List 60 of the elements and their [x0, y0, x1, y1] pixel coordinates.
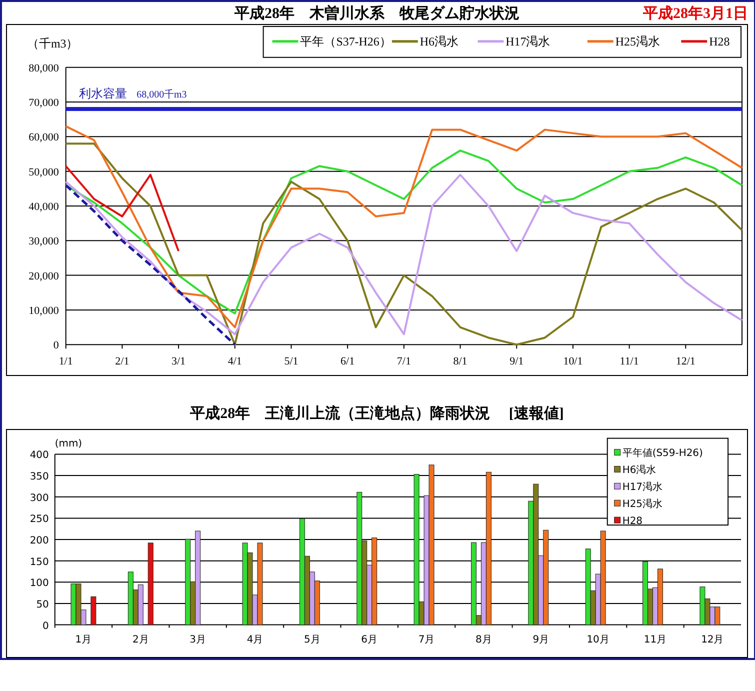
legend-label: 平年（S37-H26） [300, 34, 392, 48]
y-tick-label: 200 [30, 536, 49, 546]
x-tick-label: 8月 [476, 634, 492, 646]
x-tick-label: 5/1 [284, 356, 298, 368]
y-tick-label: 10,000 [28, 304, 59, 317]
y-tick-label: 250 [30, 514, 49, 526]
capacity-label: 68,000千m3 [136, 89, 187, 100]
x-tick-label: 5月 [304, 634, 320, 646]
y-tick-label: 350 [30, 472, 49, 483]
x-tick-label: 2月 [132, 634, 149, 646]
x-tick-label: 6月 [361, 634, 378, 646]
x-tick-label: 4/1 [228, 356, 242, 368]
y-tick-label: 300 [30, 492, 49, 504]
legend-label: H6渇水 [622, 465, 656, 476]
legend-label: H17渇水 [622, 482, 663, 494]
x-tick-label: 1月 [75, 634, 92, 646]
y-tick-label: 150 [30, 556, 49, 568]
y-tick-label: 100 [30, 578, 49, 590]
rain-bar [90, 596, 96, 626]
x-tick-label: 10/1 [563, 356, 583, 368]
x-tick-label: 2/1 [115, 356, 130, 368]
x-tick-label: 7/1 [396, 356, 411, 368]
x-tick-label: 3月 [190, 634, 206, 646]
legend-label: 平年値(S59-H26) [622, 448, 703, 460]
rain-chart-title: 平成28年 王滝川上流（王滝地点）降雨状況 [速報値] [189, 404, 565, 423]
y-tick-label: 20,000 [28, 270, 59, 282]
x-tick-label: 12月 [701, 634, 724, 646]
y-tick-label: 70,000 [28, 97, 59, 109]
y-tick-label: 400 [30, 450, 49, 462]
capacity-label: 利水容量 [78, 86, 127, 100]
y-tick-label: 50,000 [28, 166, 59, 178]
x-tick-label: 7月 [418, 634, 435, 646]
legend-label: H17渇水 [506, 34, 550, 48]
date-label: 平成28年3月1日 [643, 4, 748, 22]
y-tick-label: 80,000 [28, 62, 59, 74]
y-tick-label: 0 [53, 340, 59, 352]
legend-label: H6渇水 [420, 34, 458, 48]
legend-label: H28 [709, 34, 730, 48]
legend-label: H25渇水 [622, 499, 663, 510]
legend-label: H25渇水 [615, 34, 660, 48]
x-tick-label: 11月 [644, 634, 667, 646]
y-tick-label: 40,000 [28, 200, 59, 213]
unit-label: （千m3） [26, 36, 78, 50]
y-tick-label: 50 [36, 599, 49, 610]
x-tick-label: 8/1 [453, 356, 468, 368]
x-tick-label: 4月 [246, 634, 264, 646]
x-tick-label: 1/1 [58, 356, 73, 368]
legend-label: H28 [622, 516, 643, 528]
y-tick-label: 60,000 [28, 132, 59, 144]
x-tick-label: 3/1 [172, 356, 186, 368]
x-tick-label: 9/1 [510, 356, 524, 368]
x-tick-label: 12/1 [676, 356, 696, 368]
page-title: 平成28年 木曽川水系 牧尾ダム貯水状況 [234, 4, 520, 22]
unit-label: (mm) [54, 438, 82, 450]
x-tick-label: 6/1 [340, 356, 355, 368]
x-tick-label: 10月 [586, 634, 610, 646]
x-tick-label: 9月 [532, 634, 550, 646]
y-tick-label: 30,000 [28, 236, 59, 248]
x-tick-label: 11/1 [620, 356, 639, 368]
y-tick-label: 0 [42, 620, 49, 632]
